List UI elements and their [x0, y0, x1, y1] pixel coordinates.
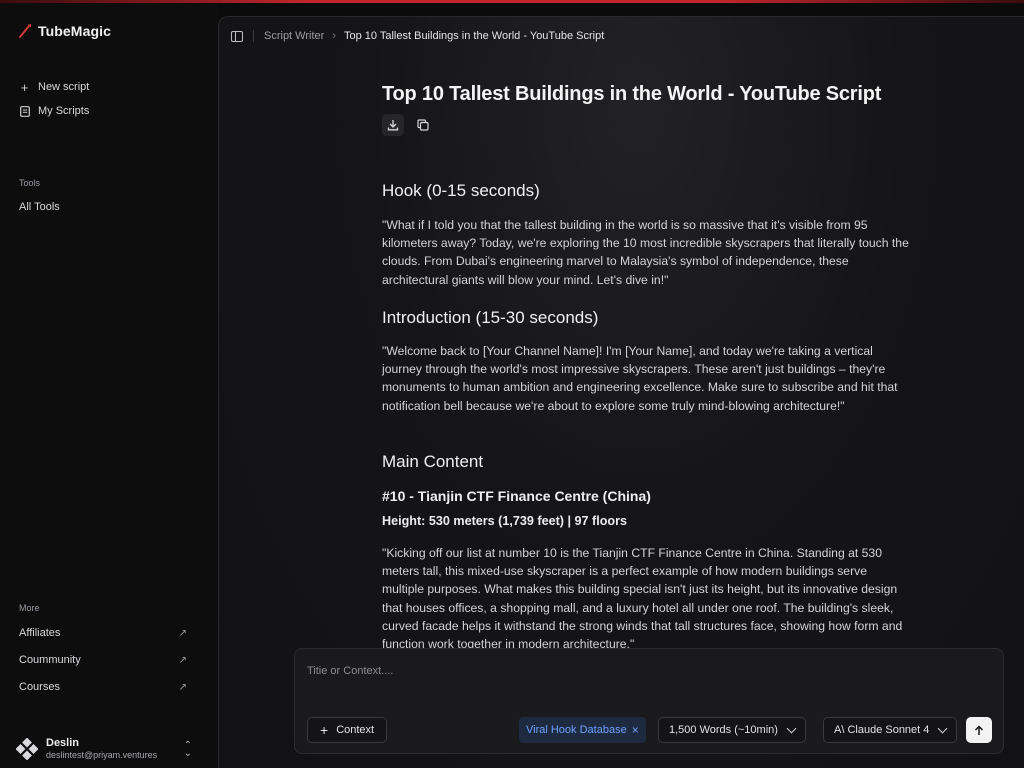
external-arrow-icon: ↗ — [178, 654, 187, 666]
sidebar-item-courses[interactable]: Courses ↗ — [19, 681, 187, 693]
sidebar-item-label: New script — [38, 81, 90, 93]
user-info: Deslin deslintest@priyam.ventures — [46, 737, 157, 760]
sidebar-item-label: Courses — [19, 681, 60, 693]
tools-section-label: Tools — [19, 178, 41, 188]
composer: + Context Viral Hook Database × 1,500 Wo… — [294, 648, 1004, 754]
chevron-down-icon — [786, 723, 797, 733]
sidebar-item-community[interactable]: Coummunity ↗ — [19, 654, 187, 666]
item-height: Height: 530 meters (1,739 feet) | 97 flo… — [382, 514, 627, 528]
sidebar-toggle-icon[interactable] — [231, 30, 243, 42]
plus-icon: + — [20, 79, 29, 95]
page-title: Top 10 Tallest Buildings in the World - … — [382, 83, 882, 105]
sidebar: TubeMagic + New script My Scripts Tools … — [0, 3, 218, 768]
divider — [253, 30, 254, 42]
item-heading: #10 - Tianjin CTF Finance Centre (China) — [382, 488, 651, 504]
arrow-up-icon — [974, 724, 984, 735]
sidebar-item-label: Affiliates — [19, 627, 61, 639]
chevron-up-down-icon[interactable]: ⌃ ⌄ — [184, 741, 192, 759]
user-name: Deslin — [46, 737, 80, 749]
length-select[interactable]: 1,500 Words (~10min) — [658, 717, 806, 743]
more-section-label: More — [19, 603, 40, 613]
breadcrumb-current: Top 10 Tallest Buildings in the World - … — [343, 30, 605, 42]
section-heading-introduction: Introduction (15-30 seconds) — [382, 308, 599, 327]
document-actions — [382, 114, 912, 136]
title-context-input[interactable] — [307, 661, 987, 681]
model-label: A\ Claude Sonnet 4 — [834, 724, 930, 736]
breadcrumb: Script Writer › Top 10 Tallest Buildings… — [231, 30, 604, 42]
close-icon[interactable]: × — [632, 723, 639, 737]
avatar — [15, 737, 39, 760]
document-icon — [19, 105, 30, 117]
length-label: 1,500 Words (~10min) — [669, 724, 778, 736]
sidebar-item-label: My Scripts — [38, 105, 90, 117]
model-select[interactable]: A\ Claude Sonnet 4 — [823, 717, 958, 743]
add-context-button[interactable]: + Context — [307, 717, 388, 743]
sidebar-item-new-script[interactable]: + New script — [19, 79, 90, 95]
breadcrumb-parent[interactable]: Script Writer — [264, 30, 324, 42]
viral-hook-tag[interactable]: Viral Hook Database × — [519, 717, 646, 743]
main-panel: Script Writer › Top 10 Tallest Buildings… — [218, 16, 1024, 768]
magic-wand-icon — [18, 24, 32, 38]
sidebar-item-my-scripts[interactable]: My Scripts — [19, 105, 89, 117]
send-button[interactable] — [966, 717, 992, 743]
external-arrow-icon: ↗ — [178, 627, 187, 639]
plus-icon: + — [320, 722, 329, 738]
copy-icon — [417, 119, 429, 131]
item-paragraph: "Kicking off our list at number 10 is th… — [382, 546, 903, 652]
sidebar-item-label: Coummunity — [19, 654, 81, 666]
chevron-down-icon — [937, 723, 948, 733]
script-document: Top 10 Tallest Buildings in the World - … — [382, 83, 912, 651]
download-button[interactable] — [382, 114, 404, 136]
tag-label: Viral Hook Database — [526, 724, 627, 736]
section-heading-main-content: Main Content — [382, 452, 484, 471]
section-heading-hook: Hook (0-15 seconds) — [382, 181, 540, 200]
sidebar-item-affiliates[interactable]: Affiliates ↗ — [19, 627, 187, 639]
external-arrow-icon: ↗ — [178, 681, 187, 693]
chevron-right-icon: › — [332, 30, 336, 42]
user-menu[interactable]: Deslin deslintest@priyam.ventures ⌃ ⌄ — [15, 737, 192, 760]
brand-name: TubeMagic — [38, 23, 111, 39]
context-label: Context — [336, 724, 375, 736]
user-email: deslintest@priyam.ventures — [46, 750, 158, 760]
brand[interactable]: TubeMagic — [18, 23, 111, 39]
copy-button[interactable] — [412, 114, 434, 136]
download-icon — [387, 120, 399, 131]
hook-paragraph: "What if I told you that the tallest bui… — [382, 218, 909, 287]
introduction-paragraph: "Welcome back to [Your Channel Name]! I'… — [382, 344, 898, 413]
sidebar-item-all-tools[interactable]: All Tools — [19, 201, 60, 213]
